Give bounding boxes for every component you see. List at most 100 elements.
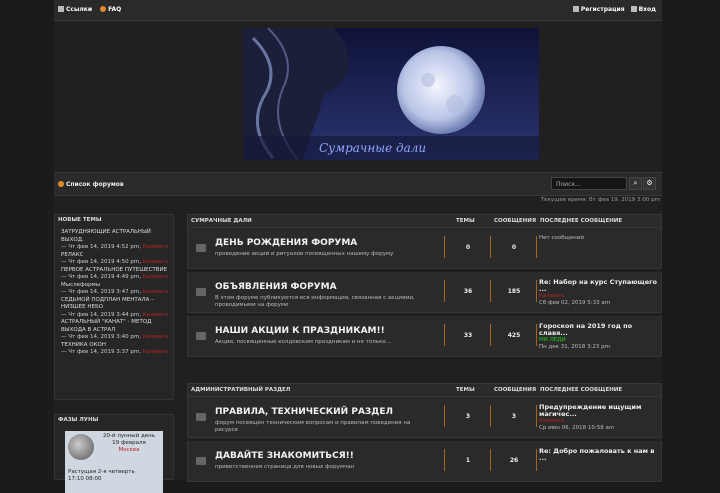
topic-count: 36	[463, 288, 473, 295]
new-topic-meta: — Чт фев 14, 2019 3:44 pm, Калиюга	[61, 312, 169, 320]
advanced-search-button[interactable]: ⚙	[643, 177, 656, 190]
moon-icon	[68, 434, 94, 460]
new-topic-title[interactable]: ЗАТРУДНЯЮЩИЕ АСТРАЛЬНЫЙ ВЫХОД.	[61, 229, 169, 244]
new-topics-title: НОВЫЕ ТЕМЫ	[58, 217, 102, 223]
last-post-author[interactable]: МИ ЛЕДИ	[539, 337, 659, 344]
column-posts: СООБЩЕНИЯ	[494, 387, 537, 393]
last-post-date: Нет сообщений	[539, 235, 584, 241]
new-topic-item[interactable]: РЕЛАКС — Чт фев 14, 2019 4:50 pm, Калиюга	[55, 252, 173, 267]
register-link[interactable]: Регистрация	[572, 6, 625, 13]
last-post-author[interactable]: Калиюга	[539, 293, 659, 300]
topic-count: 1	[465, 457, 471, 464]
column-topics: ТЕМЫ	[456, 387, 475, 393]
forum-description: Акции, посвященные колдовским праздникам…	[215, 339, 391, 345]
new-topic-title[interactable]: ПЕРВОЕ АСТРАЛЬНОЕ ПУТЕШЕСТВИЕ	[61, 267, 169, 275]
new-topic-item[interactable]: ПЕРВОЕ АСТРАЛЬНОЕ ПУТЕШЕСТВИЕ — Чт фев 14…	[55, 267, 173, 282]
forum-description: приветственная страница для новых форумч…	[215, 464, 355, 470]
moon-widget: 20-й лунный день 19 февраля Москва Расту…	[65, 431, 163, 493]
column-divider	[490, 236, 491, 258]
post-count: 0	[511, 244, 517, 251]
column-divider	[490, 449, 491, 471]
post-count: 26	[509, 457, 519, 464]
new-topic-item[interactable]: ТЕХНИКА ОКОН — Чт фев 14, 2019 3:37 pm, К…	[55, 342, 173, 357]
top-navbar: Ссылки FAQ Регистрация Вход	[54, 0, 662, 21]
forum-row: ПРАВИЛА, ТЕХНИЧЕСКИЙ РАЗДЕЛ форум посвяще…	[187, 397, 662, 438]
moon-set: 08:00	[85, 476, 102, 482]
search-button[interactable]: ⌕	[629, 177, 642, 190]
new-topic-author[interactable]: Калиюга	[143, 334, 168, 340]
column-divider	[536, 280, 537, 302]
last-post-date: Пн дек 31, 2018 3:23 pm	[539, 344, 610, 350]
new-topic-title[interactable]: АСТРАЛЬНЫЙ "КАНАТ" - МЕТОД ВЫХОДА В АСТР…	[61, 319, 169, 334]
last-post: Re: Добро пожаловать к нам в ...	[539, 448, 659, 462]
column-topics: ТЕМЫ	[456, 218, 475, 224]
post-count: 3	[511, 413, 517, 420]
forum-title[interactable]: ОБЪЯВЛЕНИЯ ФОРУМА	[215, 282, 337, 292]
last-post-title[interactable]: Re: Набор на курс Ступающего ...	[539, 279, 659, 293]
section-title: АДМИНИСТРАТИВНЫЙ РАЗДЕЛ	[191, 387, 291, 393]
site-banner[interactable]: Сумрачные дали	[243, 28, 539, 160]
moon-date: 19 февраля	[112, 440, 146, 446]
new-topic-author[interactable]: Калиюга	[143, 289, 168, 295]
new-topic-author[interactable]: Калиюга	[143, 244, 168, 250]
new-topic-author[interactable]: Калиюга	[143, 259, 168, 265]
new-topic-author[interactable]: Калиюга	[143, 274, 168, 280]
forum-description: форум посвящен техническим вопросам и пр…	[215, 420, 411, 433]
edit-icon	[572, 6, 579, 12]
last-post-title[interactable]: Гороскоп на 2019 год по славя...	[539, 323, 659, 337]
gear-icon: ⚙	[646, 179, 653, 187]
column-posts: СООБЩЕНИЯ	[494, 218, 537, 224]
moon-phase-title: ФАЗЫ ЛУНЫ	[58, 417, 99, 423]
forum-title[interactable]: НАШИ АКЦИИ К ПРАЗДНИКАМ!!	[215, 326, 385, 336]
forum-row: ОБЪЯВЛЕНИЯ ФОРУМА В этом форуме публикуют…	[187, 272, 662, 313]
column-divider	[490, 324, 491, 346]
column-divider	[490, 280, 491, 302]
moon-phase-panel: ФАЗЫ ЛУНЫ 20-й лунный день 19 февраля Мо…	[54, 414, 174, 493]
new-topic-title[interactable]: РЕЛАКС	[61, 252, 169, 260]
links-link[interactable]: Ссылки	[58, 6, 92, 13]
section-header: СУМРАЧНЫЕ ДАЛИ ТЕМЫ СООБЩЕНИЯ ПОСЛЕДНЕЕ СОО…	[187, 214, 662, 228]
moon-city: Москва	[118, 447, 140, 453]
forum-section-sumrachnye: СУМРАЧНЫЕ ДАЛИ ТЕМЫ СООБЩЕНИЯ ПОСЛЕДНЕЕ СОО…	[187, 214, 662, 357]
forum-title[interactable]: ДЕНЬ РОЖДЕНИЯ ФОРУМА	[215, 238, 357, 248]
new-topic-author[interactable]: Калиюга	[143, 349, 168, 355]
search-icon: ⌕	[633, 179, 638, 187]
section-title: СУМРАЧНЫЕ ДАЛИ	[191, 218, 252, 224]
forum-icon	[196, 288, 206, 296]
faq-link[interactable]: FAQ	[100, 6, 121, 13]
post-count: 185	[507, 288, 521, 295]
new-topic-item[interactable]: Мыслеформы — Чт фев 14, 2019 3:47 pm, Кал…	[55, 282, 173, 297]
column-divider	[536, 236, 537, 258]
moon-rise: 17:10	[68, 476, 84, 482]
new-topics-list: ЗАТРУДНЯЮЩИЕ АСТРАЛЬНЫЙ ВЫХОД. — Чт фев 1…	[55, 229, 173, 357]
new-topic-date: — Чт фев 14, 2019 3:40 pm,	[61, 334, 141, 340]
new-topic-item[interactable]: ЗАТРУДНЯЮЩИЕ АСТРАЛЬНЫЙ ВЫХОД. — Чт фев 1…	[55, 229, 173, 252]
forum-icon	[196, 332, 206, 340]
forum-section-admin: АДМИНИСТРАТИВНЫЙ РАЗДЕЛ ТЕМЫ СООБЩЕНИЯ ПОСЛ…	[187, 383, 662, 482]
search-input[interactable]: Поиск…	[551, 177, 627, 190]
last-post-title[interactable]: Re: Добро пожаловать к нам в ...	[539, 448, 659, 462]
forum-title[interactable]: ДАВАЙТЕ ЗНАКОМИТЬСЯ!!	[215, 451, 354, 461]
column-divider	[444, 236, 445, 258]
new-topic-meta: — Чт фев 14, 2019 4:50 pm, Калиюга	[61, 259, 169, 267]
login-link[interactable]: Вход	[630, 6, 656, 13]
last-post-author[interactable]: Калиюга	[539, 418, 659, 425]
new-topic-title[interactable]: СЕДЬМОЙ ПОДПЛАН МЕНТАЛА – НИЗШЕЕ НЕБО	[61, 297, 169, 312]
forum-index-link[interactable]: Список форумов	[58, 181, 124, 188]
new-topic-item[interactable]: АСТРАЛЬНЫЙ "КАНАТ" - МЕТОД ВЫХОДА В АСТР…	[55, 319, 173, 342]
new-topic-date: — Чт фев 14, 2019 4:52 pm,	[61, 244, 141, 250]
new-topic-title[interactable]: ТЕХНИКА ОКОН	[61, 342, 169, 350]
new-topic-meta: — Чт фев 14, 2019 3:47 pm, Калиюга	[61, 289, 169, 297]
new-topic-item[interactable]: СЕДЬМОЙ ПОДПЛАН МЕНТАЛА – НИЗШЕЕ НЕБО — Ч…	[55, 297, 173, 320]
forum-title[interactable]: ПРАВИЛА, ТЕХНИЧЕСКИЙ РАЗДЕЛ	[215, 407, 393, 417]
forum-icon	[196, 244, 206, 252]
moon-phase: Растущая 2-я четверть	[68, 469, 135, 475]
new-topic-author[interactable]: Калиюга	[143, 312, 168, 318]
new-topic-meta: — Чт фев 14, 2019 3:40 pm, Калиюга	[61, 334, 169, 342]
last-post: Предупреждение ищущим магичес... Калиюга С…	[539, 404, 659, 432]
breadcrumb-bar: Список форумов Поиск… ⌕ ⚙	[54, 172, 662, 196]
moon-day: 20-й лунный день	[103, 433, 155, 439]
new-topic-title[interactable]: Мыслеформы	[61, 282, 169, 290]
last-post-title[interactable]: Предупреждение ищущим магичес...	[539, 404, 659, 418]
topic-count: 33	[463, 332, 473, 339]
